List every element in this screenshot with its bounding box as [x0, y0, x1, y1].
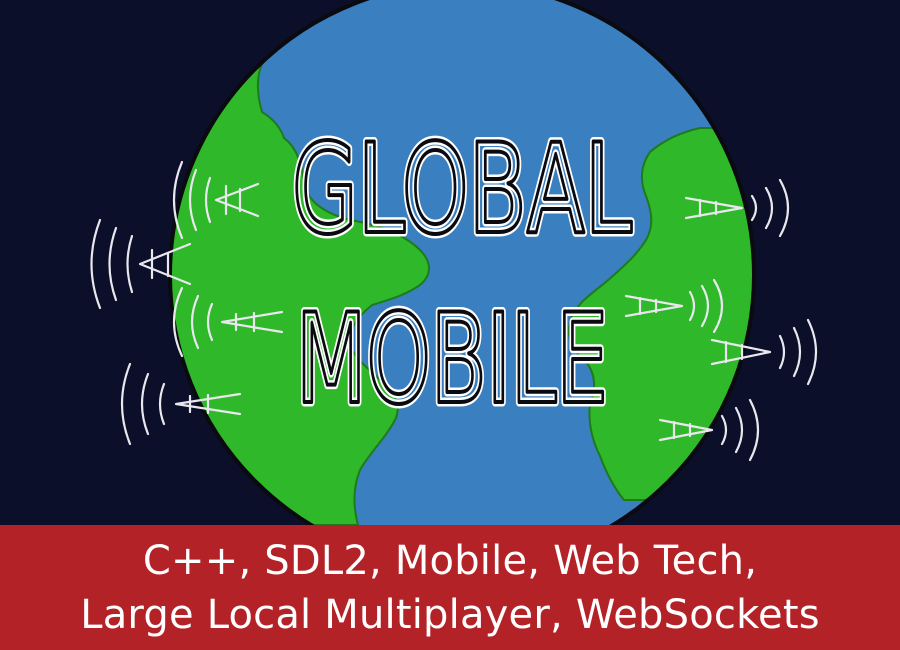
banner-line-2: Large Local Multiplayer, WebSockets [80, 591, 820, 638]
banner-line-1: C++, SDL2, Mobile, Web Tech, [142, 537, 758, 584]
title-line-1: GLOBAL [292, 118, 632, 262]
game-cover-art: GLOBAL GLOBAL MOBILE MOBILE C++, SDL2, M… [0, 0, 900, 650]
tech-tags-banner: C++, SDL2, Mobile, Web Tech, Large Local… [0, 525, 900, 650]
cover-illustration: GLOBAL GLOBAL MOBILE MOBILE [0, 0, 900, 525]
title-line-2: MOBILE [296, 288, 608, 432]
